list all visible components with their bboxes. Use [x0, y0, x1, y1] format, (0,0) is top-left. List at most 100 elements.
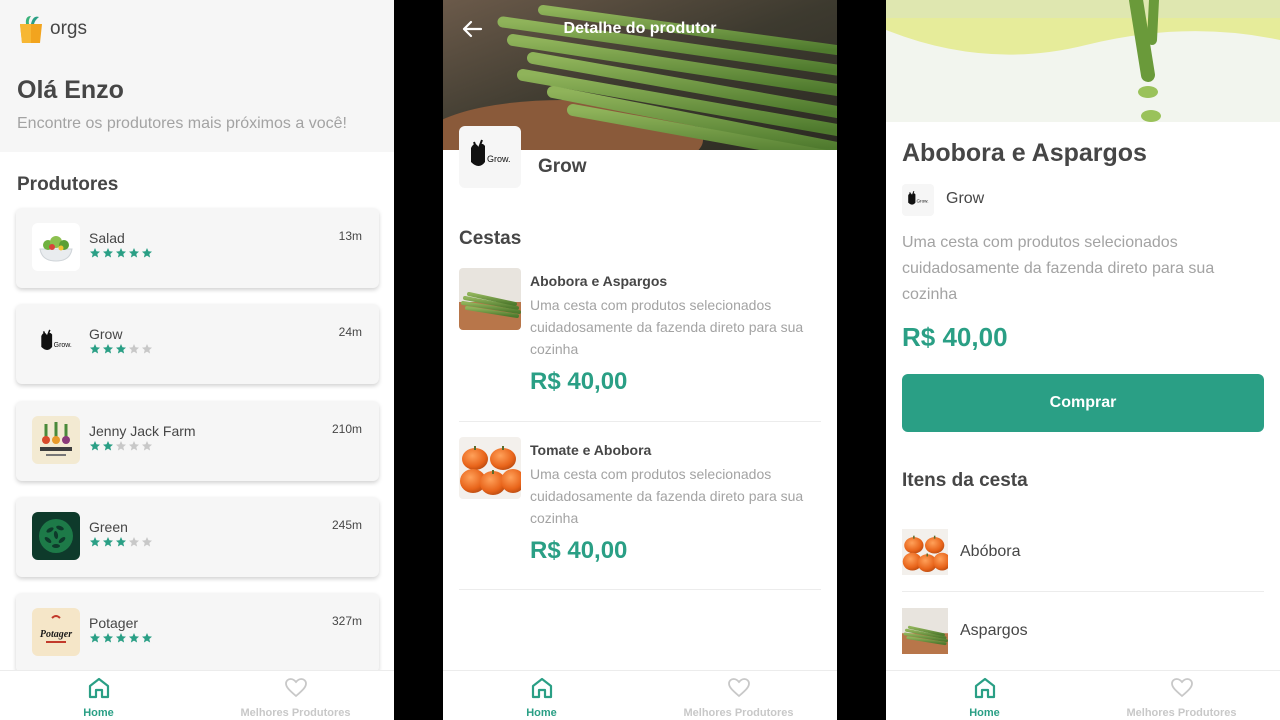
- producer-distance: 24m: [338, 325, 362, 339]
- potager-logo: Potager: [32, 608, 80, 656]
- star-empty-icon: [141, 536, 153, 548]
- basket-price: R$ 40,00: [902, 322, 1008, 352]
- home-icon: [973, 676, 997, 700]
- nav-home[interactable]: Home: [886, 671, 1083, 720]
- greeting-subtitle: Encontre os produtores mais próximos a v…: [17, 115, 347, 132]
- star-filled-icon: [128, 247, 140, 259]
- basket-detail-screen: Abobora e Aspargos Grow Uma cesta com pr…: [886, 0, 1280, 720]
- green-leaves-logo: [32, 512, 80, 560]
- star-empty-icon: [128, 536, 140, 548]
- basket-title: Abobora e Aspargos: [530, 273, 668, 289]
- star-empty-icon: [128, 343, 140, 355]
- star-filled-icon: [115, 536, 127, 548]
- greeting-title: Olá Enzo: [17, 76, 124, 104]
- home-icon: [87, 676, 111, 700]
- divider: [459, 589, 821, 590]
- basket-price: R$ 40,00: [530, 368, 628, 395]
- basket-item[interactable]: Tomate e Abobora Uma cesta com produtos …: [459, 437, 821, 577]
- producer-name: Jenny Jack Farm: [89, 423, 196, 439]
- star-filled-icon: [141, 632, 153, 644]
- item-name: Aspargos: [960, 622, 1028, 639]
- basket-description: Uma cesta com produtos selecionados cuid…: [530, 297, 804, 357]
- home-header: orgs Olá Enzo Encontre os produtores mai…: [0, 0, 394, 152]
- heart-icon: [1170, 676, 1194, 700]
- rating-stars: [89, 247, 153, 259]
- header-title: Detalhe do produtor: [563, 20, 717, 37]
- nav-best-producers-label: Melhores Produtores: [1126, 707, 1237, 719]
- home-icon: [530, 676, 554, 700]
- basket-image: [459, 437, 521, 499]
- item-image: [902, 529, 948, 575]
- star-filled-icon: [102, 632, 114, 644]
- item-image: [902, 608, 948, 654]
- salad-bowl-icon: [32, 223, 80, 271]
- producer-name: Grow: [538, 156, 587, 177]
- home-screen: orgs Olá Enzo Encontre os produtores mai…: [0, 0, 394, 720]
- basket-title: Tomate e Abobora: [530, 442, 652, 458]
- star-filled-icon: [89, 343, 101, 355]
- svg-text:Potager: Potager: [40, 629, 72, 640]
- producer-name: Grow: [89, 326, 123, 342]
- producers-section-title: Produtores: [17, 174, 119, 195]
- basket-price: R$ 40,00: [530, 537, 628, 564]
- orgs-logo-icon: [20, 16, 42, 43]
- star-filled-icon: [128, 632, 140, 644]
- star-empty-icon: [141, 343, 153, 355]
- star-filled-icon: [89, 440, 101, 452]
- nav-best-producers[interactable]: Melhores Produtores: [197, 671, 394, 720]
- star-filled-icon: [89, 536, 101, 548]
- nav-home-label: Home: [969, 707, 1000, 719]
- jenny-jack-logo: [32, 416, 80, 464]
- baskets-section-title: Cestas: [459, 228, 522, 249]
- rating-stars: [89, 632, 153, 644]
- divider: [902, 591, 1264, 592]
- nav-best-producers-label: Melhores Produtores: [240, 707, 351, 719]
- producer-distance: 327m: [331, 614, 362, 628]
- producer-card-grow[interactable]: Grow 24m: [16, 304, 379, 384]
- star-filled-icon: [115, 247, 127, 259]
- basket-hero-image: [886, 0, 1280, 122]
- nav-best-producers[interactable]: Melhores Produtores: [1083, 671, 1280, 720]
- bottom-navigation: Home Melhores Produtores: [443, 670, 837, 720]
- star-filled-icon: [102, 343, 114, 355]
- basket-item[interactable]: Abobora e Aspargos Uma cesta com produto…: [459, 268, 821, 408]
- heart-icon: [284, 676, 308, 700]
- star-filled-icon: [89, 247, 101, 259]
- producer-distance: 210m: [331, 422, 362, 436]
- producer-name: Green: [89, 519, 128, 535]
- basket-description: Uma cesta com produtos selecionados cuid…: [530, 466, 804, 526]
- divider: [459, 421, 821, 422]
- producer-card-salad[interactable]: Salad 13m: [16, 208, 379, 288]
- nav-home[interactable]: Home: [443, 671, 640, 720]
- producer-distance: 245m: [331, 518, 362, 532]
- basket-items-title: Itens da cesta: [902, 470, 1028, 491]
- star-filled-icon: [102, 536, 114, 548]
- nav-best-producers[interactable]: Melhores Produtores: [640, 671, 837, 720]
- star-filled-icon: [115, 343, 127, 355]
- buy-button[interactable]: Comprar: [902, 374, 1264, 432]
- rating-stars: [89, 536, 153, 548]
- grow-logo: [32, 319, 80, 367]
- nav-home[interactable]: Home: [0, 671, 197, 720]
- basket-image: [459, 268, 521, 330]
- heart-icon: [727, 676, 751, 700]
- item-name: Abóbora: [960, 543, 1021, 560]
- producer-logo: [902, 184, 934, 216]
- bottom-navigation: Home Melhores Produtores: [886, 670, 1280, 720]
- producer-name: Salad: [89, 230, 125, 246]
- star-filled-icon: [102, 247, 114, 259]
- producer-distance: 13m: [338, 229, 362, 243]
- basket-item-row: Aspargos: [902, 608, 1264, 654]
- rating-stars: [89, 440, 153, 452]
- producer-card-jenny-jack-farm[interactable]: Jenny Jack Farm 210m: [16, 401, 379, 481]
- star-filled-icon: [102, 440, 114, 452]
- star-empty-icon: [141, 440, 153, 452]
- nav-best-producers-label: Melhores Produtores: [683, 707, 794, 719]
- basket-title: Abobora e Aspargos: [902, 139, 1147, 167]
- producer-name: Potager: [89, 615, 139, 631]
- producer-card-green[interactable]: Green 245m: [16, 497, 379, 577]
- nav-home-label: Home: [83, 707, 114, 719]
- star-empty-icon: [115, 440, 127, 452]
- producer-detail-screen: Detalhe do produtor Grow Cestas Abobora …: [443, 0, 837, 720]
- producer-card-potager[interactable]: Potager Potager 327m: [16, 593, 379, 673]
